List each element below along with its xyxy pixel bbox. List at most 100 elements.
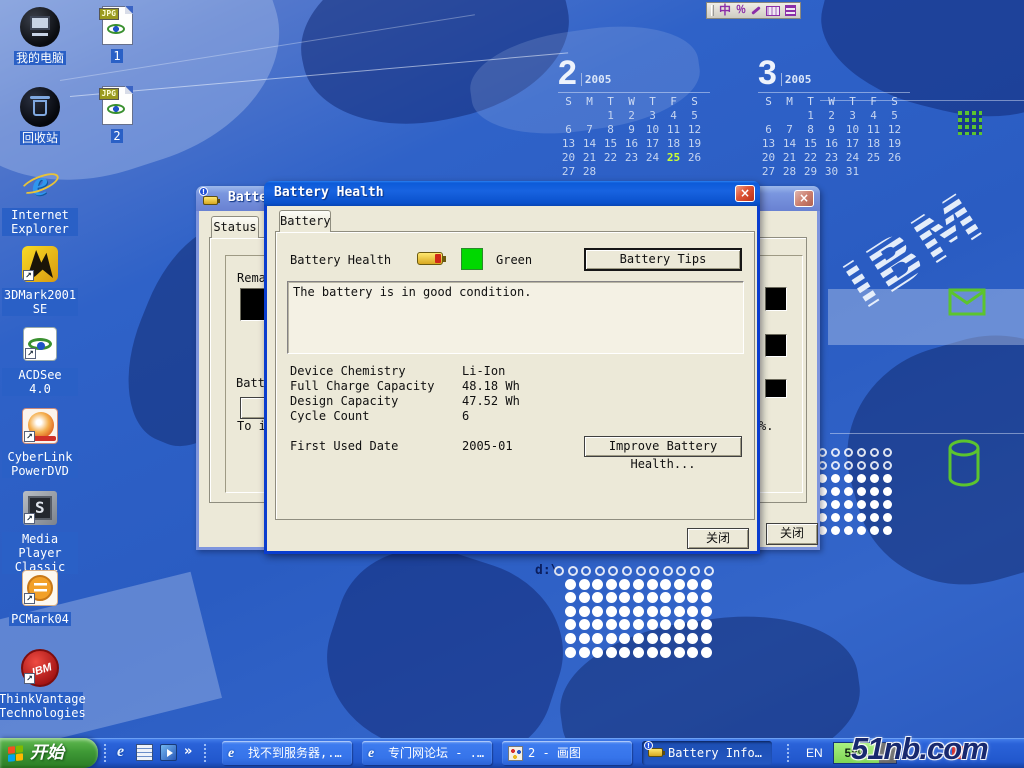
ime-grip[interactable]	[711, 5, 714, 16]
desktop-icon-3dmark2001-se[interactable]: ↗3DMark2001 SE	[2, 242, 78, 316]
improve-battery-health-button[interactable]: Improve Battery Health...	[584, 436, 742, 457]
desktop-icon-recycle-bin[interactable]: 回收站	[2, 85, 78, 145]
calendar-day-cell: 6	[558, 123, 579, 137]
recycle-bin-icon	[20, 87, 60, 127]
taskbar-separator	[786, 743, 791, 763]
calendar-march: 3 2005 SMTWTFS12345678910111213141516171…	[758, 56, 910, 179]
desktop-icon-label: 回收站	[20, 131, 60, 145]
gauge-segment	[765, 287, 787, 311]
desktop-icon-label: 1	[111, 49, 122, 63]
back-close-button-bottom[interactable]: 关闭	[766, 523, 818, 545]
language-indicator[interactable]: EN	[806, 745, 823, 761]
battery-health-icon	[417, 252, 443, 265]
calendar-day-cell: 18	[863, 137, 884, 151]
calendar-day-cell: 5	[684, 109, 705, 123]
desktop-icon-jpg-2[interactable]: 2	[79, 83, 155, 143]
calendar-day-cell: 2	[821, 109, 842, 123]
ime-menu-icon[interactable]	[785, 5, 796, 16]
detail-label: Design Capacity	[290, 394, 462, 408]
back-close-button[interactable]: ×	[794, 190, 814, 207]
battery-health-window: Battery Health × Battery Battery Health …	[264, 181, 760, 554]
calendar-day-cell: 3	[642, 109, 663, 123]
desktop-icon-pcmark04[interactable]: ↗PCMark04	[2, 566, 78, 626]
desktop-icon-mpc[interactable]: ↗Media Player Classic	[2, 486, 78, 574]
detail-row: Device ChemistryLi-Ion	[290, 362, 730, 377]
windows-flag-icon	[8, 745, 24, 762]
detail-value: Li-Ion	[462, 364, 505, 378]
ime-chinese-button[interactable]: 中	[719, 4, 731, 17]
ime-keyboard-icon[interactable]	[766, 6, 780, 16]
condition-textbox[interactable]: The battery is in good condition.	[287, 281, 744, 354]
ie-icon: e	[368, 746, 383, 761]
quicklaunch-ie-icon[interactable]: e	[112, 744, 129, 761]
front-close-button[interactable]: ×	[735, 185, 755, 202]
calendar-day-cell: 28	[579, 165, 600, 179]
front-close-button-bottom[interactable]: 关闭	[687, 528, 749, 549]
start-button[interactable]: 开始	[0, 738, 98, 768]
detail-row: Full Charge Capacity48.18 Wh	[290, 377, 730, 392]
calendar-day-cell: 24	[842, 151, 863, 165]
calendar-empty-cell	[558, 109, 579, 123]
calendar-year: 2005	[581, 73, 612, 86]
thinkvantage-icon: ↗	[21, 649, 59, 687]
calendar-day-cell: 3	[842, 109, 863, 123]
taskbar-button-3[interactable]: 2 - 画图	[502, 741, 632, 765]
calendar-day-cell: 1	[600, 109, 621, 123]
calendar-day-cell: 28	[779, 165, 800, 179]
taskbar-button-4[interactable]: !Battery Infor...	[642, 741, 772, 765]
calendar-february: 2 2005 SMTWTFS12345678910111213141516171…	[558, 56, 710, 179]
calendar-day-cell: 27	[758, 165, 779, 179]
calendar-day-cell: 27	[558, 165, 579, 179]
calendar-day-cell: 23	[821, 151, 842, 165]
taskbar-button-2[interactable]: e专门网论坛 - ...	[362, 741, 492, 765]
calendar-day-cell: 21	[579, 151, 600, 165]
calendar-day-cell: 14	[779, 137, 800, 151]
front-titlebar[interactable]: Battery Health ×	[264, 181, 760, 206]
ime-language-bar[interactable]: 中 ％	[706, 2, 801, 19]
internet-explorer-icon	[20, 164, 60, 204]
battery-tips-button[interactable]: Battery Tips	[584, 248, 742, 271]
shortcut-arrow-icon: ↗	[24, 593, 35, 604]
detail-value: 47.52 Wh	[462, 394, 520, 408]
shortcut-arrow-icon: ↗	[23, 270, 34, 281]
calendar-day-header: S	[884, 95, 905, 109]
paint-icon	[508, 746, 523, 761]
calendar-day-cell: 4	[663, 109, 684, 123]
ime-halfwidth-button[interactable]: ％	[736, 4, 746, 17]
desktop-icon-my-computer[interactable]: 我的电脑	[2, 5, 78, 65]
taskbar-separator	[203, 743, 208, 763]
calendar-day-cell: 6	[758, 123, 779, 137]
desktop-icon-label: CyberLink PowerDVD	[2, 450, 78, 478]
calendar-day-header: F	[863, 95, 884, 109]
desktop-icon-internet-explorer[interactable]: Internet Explorer	[2, 162, 78, 236]
desktop-icon-acdsee[interactable]: ↗ACDSee 4.0	[2, 322, 78, 396]
calendar-day-cell: 11	[663, 123, 684, 137]
desktop-icon-label: Internet Explorer	[2, 208, 78, 236]
quicklaunch-media-icon[interactable]	[160, 744, 177, 761]
quicklaunch-app-icon[interactable]	[136, 744, 153, 761]
taskbar-button-label: 找不到服务器,...	[248, 746, 346, 760]
condition-text: The battery is in good condition.	[288, 282, 743, 302]
ime-pen-icon[interactable]	[751, 6, 761, 15]
desktop-icon-powerdvd[interactable]: ↗ CyberLink PowerDVD	[2, 404, 78, 478]
desktop-icon-thinkvantage[interactable]: ↗ThinkVantage Technologies	[2, 646, 78, 720]
back-tab-status[interactable]: Status	[211, 216, 259, 238]
calendar-day-cell: 15	[800, 137, 821, 151]
front-tab-battery[interactable]: Battery	[279, 210, 331, 232]
envelope-icon	[948, 288, 986, 316]
calendar-day-cell: 12	[884, 123, 905, 137]
shortcut-arrow-icon: ↗	[24, 431, 35, 442]
shortcut-arrow-icon: ↗	[24, 673, 35, 684]
calendar-day-cell: 26	[684, 151, 705, 165]
calendar-day-header: T	[800, 95, 821, 109]
calendar-day-cell: 5	[884, 109, 905, 123]
quicklaunch-overflow-chevron[interactable]: »	[184, 743, 192, 761]
calendar-day-cell: 15	[600, 137, 621, 151]
calendar-today-cell: 25	[663, 151, 684, 165]
calendar-day-cell: 8	[800, 123, 821, 137]
calendar-day-header: M	[579, 95, 600, 109]
calendar-day-cell: 11	[863, 123, 884, 137]
desktop-icon-jpg-1[interactable]: 1	[79, 3, 155, 63]
calendar-day-cell: 14	[579, 137, 600, 151]
taskbar-button-1[interactable]: e找不到服务器,...	[222, 741, 352, 765]
